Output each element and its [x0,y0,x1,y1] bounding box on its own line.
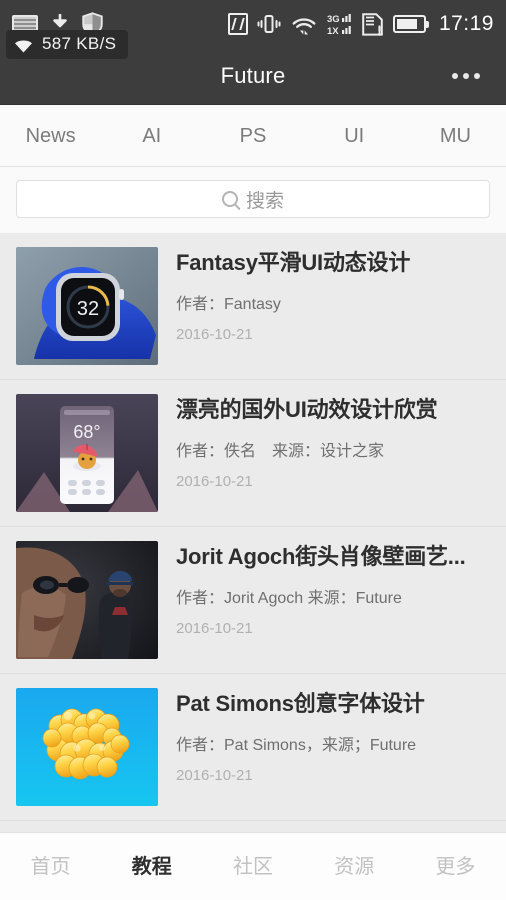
signal-3g-icon: 3G 1X [327,12,353,37]
vibrate-icon [257,12,281,36]
list-item[interactable]: Jorit Agoch街头肖像壁画艺... 作者：Jorit Agoch 来源：… [0,527,506,674]
article-subtitle: 作者：Pat Simons，来源；Future [176,736,417,754]
nav-item-tutorials[interactable]: 教程 [101,833,202,900]
article-thumbnail-smartwatch: 32 [16,247,158,365]
tab-ai[interactable]: AI [101,105,202,167]
tab-news[interactable]: News [0,105,101,167]
article-text: Fantasy平滑UI动态设计 作者：Fantasy 2016-10-21 [158,247,490,366]
tab-mu[interactable]: MU [405,105,506,167]
search-input[interactable]: 搜索 [16,180,490,218]
more-dot [463,73,469,79]
bottom-navigation-bar: 首页 教程 社区 资源 更多 [0,832,506,900]
svg-text:68°: 68° [73,422,100,442]
status-bar-clock: 17:19 [438,12,494,35]
nav-item-home[interactable]: 首页 [0,833,101,900]
svg-text:32: 32 [77,298,99,320]
app-root: 3G 1X 17:19 587 KB/S Future News AI PS U… [0,0,506,900]
article-text: 漂亮的国外UI动效设计欣赏 作者：佚名 来源：设计之家 2016-10-21 [158,394,490,513]
status-bar-right-icons: 3G 1X 17:19 [227,12,494,37]
search-container: 搜索 [0,167,506,233]
battery-icon [392,15,429,33]
article-thumbnail-portrait-mural [16,541,158,659]
article-title: Jorit Agoch街头肖像壁画艺... [176,544,466,569]
nav-item-resources[interactable]: 资源 [304,833,405,900]
article-date: 2016-10-21 [176,619,253,637]
article-list: 32 Fantasy平滑UI动态设计 作者：Fantasy 2016-10-21 [0,233,506,832]
article-title: Fantasy平滑UI动态设计 [176,250,411,275]
status-bar: 3G 1X 17:19 587 KB/S [0,0,506,59]
svg-text:3G: 3G [327,14,340,25]
list-item[interactable]: 32 Fantasy平滑UI动态设计 作者：Fantasy 2016-10-21 [0,233,506,380]
article-title: 漂亮的国外UI动效设计欣赏 [176,397,438,422]
nav-item-more[interactable]: 更多 [405,833,506,900]
article-date: 2016-10-21 [176,766,253,784]
wifi-small-icon [14,38,33,52]
more-dot [474,73,480,79]
search-placeholder: 搜索 [245,190,284,212]
article-text: Pat Simons创意字体设计 作者：Pat Simons，来源；Future… [158,688,490,807]
list-item[interactable]: 68° 漂亮的国外UI动效设计欣赏 作者：佚名 来源：设计之家 2016-10-… [0,380,506,527]
article-subtitle: 作者：佚名 来源：设计之家 [176,442,385,460]
nav-item-community[interactable]: 社区 [202,833,303,900]
network-speed-chip: 587 KB/S [6,30,129,59]
page-title: Future [220,63,286,88]
tab-ui[interactable]: UI [304,105,405,167]
more-options-icon[interactable] [446,63,486,89]
article-thumbnail-3d-lettering [16,688,158,806]
network-speed-value: 587 KB/S [42,34,117,53]
article-date: 2016-10-21 [176,325,253,343]
svg-text:1X: 1X [327,26,339,36]
wifi-icon [290,13,318,36]
article-thumbnail-weather-app: 68° [16,394,158,512]
list-item[interactable]: Pat Simons创意字体设计 作者：Pat Simons，来源；Future… [0,674,506,821]
article-title: Pat Simons创意字体设计 [176,691,425,716]
sim-card-icon [362,12,384,36]
search-icon [221,191,238,207]
article-text: Jorit Agoch街头肖像壁画艺... 作者：Jorit Agoch 来源：… [158,541,490,660]
article-subtitle: 作者：Fantasy [176,295,281,313]
article-subtitle: 作者：Jorit Agoch 来源：Future [176,589,402,607]
category-tab-bar: News AI PS UI MU [0,105,506,167]
more-dot [452,73,458,79]
article-date: 2016-10-21 [176,472,253,490]
tab-ps[interactable]: PS [202,105,303,167]
nfc-icon [227,13,248,35]
